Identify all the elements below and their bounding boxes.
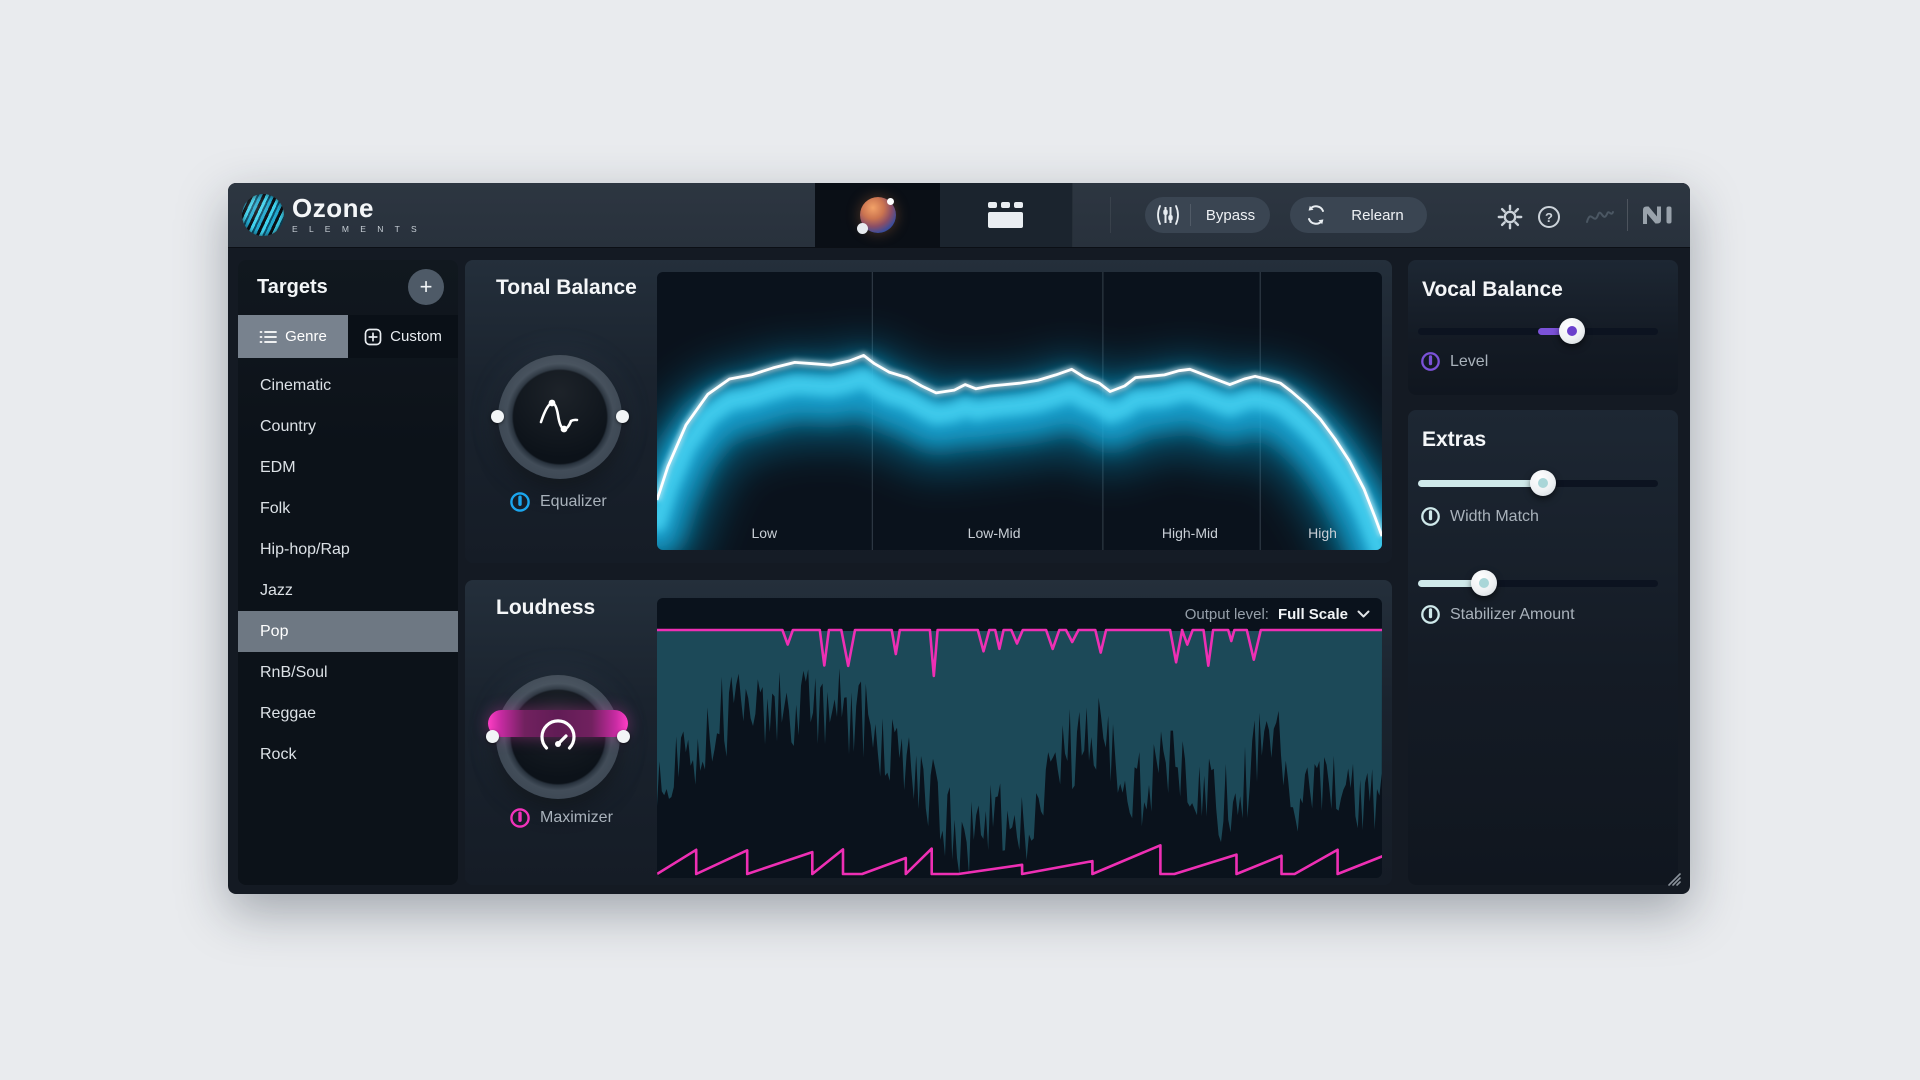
loudness-panel: Loudness Maximizer Output level: Full Sc… <box>465 580 1392 885</box>
band-right-dot <box>617 730 630 743</box>
genre-item-pop[interactable]: Pop <box>238 611 458 652</box>
width-match-slider[interactable] <box>1408 470 1678 496</box>
bypass-button[interactable]: Bypass <box>1145 197 1270 233</box>
band-label-high-mid: High-Mid <box>1161 525 1218 541</box>
tonal-balance-graph: Low Low-Mid High-Mid High <box>657 272 1382 550</box>
output-level-value: Full Scale <box>1277 605 1348 623</box>
stabilizer-amount-slider[interactable] <box>1408 570 1678 596</box>
width-match-label: Width Match <box>1450 507 1539 525</box>
band-left-dot <box>486 730 499 743</box>
loudness-waveform <box>657 628 1382 876</box>
band-label-low-mid: Low-Mid <box>967 525 1021 541</box>
genre-tab-label: Genre <box>285 328 327 345</box>
resize-grip[interactable] <box>1666 871 1682 887</box>
genre-item-country[interactable]: Country <box>238 406 458 447</box>
targets-sidebar: Targets + Genre Custom Cinematic Country… <box>238 260 458 885</box>
relearn-icon <box>1308 205 1324 225</box>
maximizer-label: Maximizer <box>540 809 613 826</box>
topbar: Ozone E L E M E N T S Bypass Relearn ? <box>228 183 1690 248</box>
genre-item-rnb-soul[interactable]: RnB/Soul <box>238 652 458 693</box>
vocal-level-label: Level <box>1450 352 1489 370</box>
tab-module-chain[interactable] <box>940 183 1073 247</box>
maximizer-power-icon[interactable] <box>509 807 531 829</box>
topbar-divider <box>1110 197 1111 233</box>
vocal-level-slider[interactable] <box>1408 318 1678 344</box>
vocal-level-row: Level <box>1420 351 1488 372</box>
targets-title: Targets <box>257 276 328 298</box>
equalizer-power-icon[interactable] <box>509 491 531 513</box>
width-match-row: Width Match <box>1420 506 1539 527</box>
genre-item-folk[interactable]: Folk <box>238 488 458 529</box>
bypass-label: Bypass <box>1205 206 1256 224</box>
maximizer-power-row: Maximizer <box>509 807 613 829</box>
knob-min-dot <box>491 410 504 423</box>
app-title: Ozone <box>292 193 374 223</box>
module-chain-icon <box>988 202 1024 228</box>
genre-list: Cinematic Country EDM Folk Hip-hop/Rap Jazz Po… <box>238 365 458 775</box>
output-level-label: Output level: <box>1184 605 1269 623</box>
equalizer-knob[interactable] <box>491 355 629 479</box>
genre-item-rock[interactable]: Rock <box>238 734 458 775</box>
tab-custom[interactable]: Custom <box>348 315 458 358</box>
output-level-dropdown[interactable]: Output level: Full Scale <box>1185 601 1370 627</box>
band-label-low: Low <box>751 525 778 541</box>
genre-list-icon <box>259 330 278 343</box>
band-label-high: High <box>1308 525 1337 541</box>
vocal-power-icon[interactable] <box>1420 351 1441 372</box>
stabilizer-row: Stabilizer Amount <box>1420 604 1575 625</box>
add-target-button[interactable]: + <box>408 269 444 305</box>
help-icon[interactable]: ? <box>1536 204 1562 230</box>
loudness-graph: Output level: Full Scale <box>657 598 1382 878</box>
genre-item-hip-hop-rap[interactable]: Hip-hop/Rap <box>238 529 458 570</box>
svg-text:?: ? <box>1545 210 1553 225</box>
chevron-down-icon <box>1357 610 1370 617</box>
slider-handle[interactable] <box>1558 318 1585 344</box>
genre-item-edm[interactable]: EDM <box>238 447 458 488</box>
genre-item-cinematic[interactable]: Cinematic <box>238 365 458 406</box>
knob-max-dot <box>616 410 629 423</box>
master-assistant-icon <box>856 197 896 234</box>
equalizer-power-row: Equalizer <box>509 491 607 513</box>
view-tabstrip <box>815 183 1073 247</box>
tonal-balance-panel: Tonal Balance Equalizer Low Low-Mid High… <box>465 260 1392 563</box>
gauge-icon <box>540 719 576 750</box>
width-match-power-icon[interactable] <box>1420 506 1441 527</box>
extras-panel: Extras Width Match Stabilizer Amount <box>1408 410 1678 885</box>
genre-item-jazz[interactable]: Jazz <box>238 570 458 611</box>
equalizer-label: Equalizer <box>540 493 607 510</box>
vocal-balance-title: Vocal Balance <box>1422 278 1563 301</box>
custom-add-icon <box>364 328 382 345</box>
vocal-balance-panel: Vocal Balance Level <box>1408 260 1678 395</box>
extras-title: Extras <box>1422 428 1487 451</box>
tab-master-assistant[interactable] <box>815 183 940 247</box>
stabilizer-power-icon[interactable] <box>1420 604 1441 625</box>
settings-gear-icon[interactable] <box>1497 204 1523 230</box>
stabilizer-label: Stabilizer Amount <box>1450 605 1575 623</box>
tonal-balance-title: Tonal Balance <box>496 276 637 299</box>
ozone-logo-icon <box>242 194 284 236</box>
genre-item-reggae[interactable]: Reggae <box>238 693 458 734</box>
target-type-tabs: Genre Custom <box>238 315 458 358</box>
ozone-logo: Ozone E L E M E N T S <box>292 195 421 234</box>
signal-scribble-icon[interactable] <box>1585 205 1615 227</box>
maximizer-knob[interactable] <box>486 675 630 799</box>
relearn-label: Relearn <box>1351 206 1404 224</box>
eq-curve-icon <box>539 399 579 433</box>
app-subtitle: E L E M E N T S <box>292 224 422 234</box>
tab-genre[interactable]: Genre <box>238 315 348 358</box>
custom-tab-label: Custom <box>390 328 442 345</box>
loudness-title: Loudness <box>496 596 596 619</box>
slider-handle[interactable] <box>1529 470 1556 496</box>
bypass-icon <box>1157 205 1179 225</box>
relearn-button[interactable]: Relearn <box>1290 197 1427 233</box>
topbar-right-divider <box>1627 199 1628 231</box>
spectrum-curve <box>657 272 1382 550</box>
slider-handle[interactable] <box>1471 570 1497 596</box>
ozone-window: Ozone E L E M E N T S Bypass Relearn ? T… <box>228 183 1690 894</box>
ni-logo-icon[interactable] <box>1640 203 1676 227</box>
